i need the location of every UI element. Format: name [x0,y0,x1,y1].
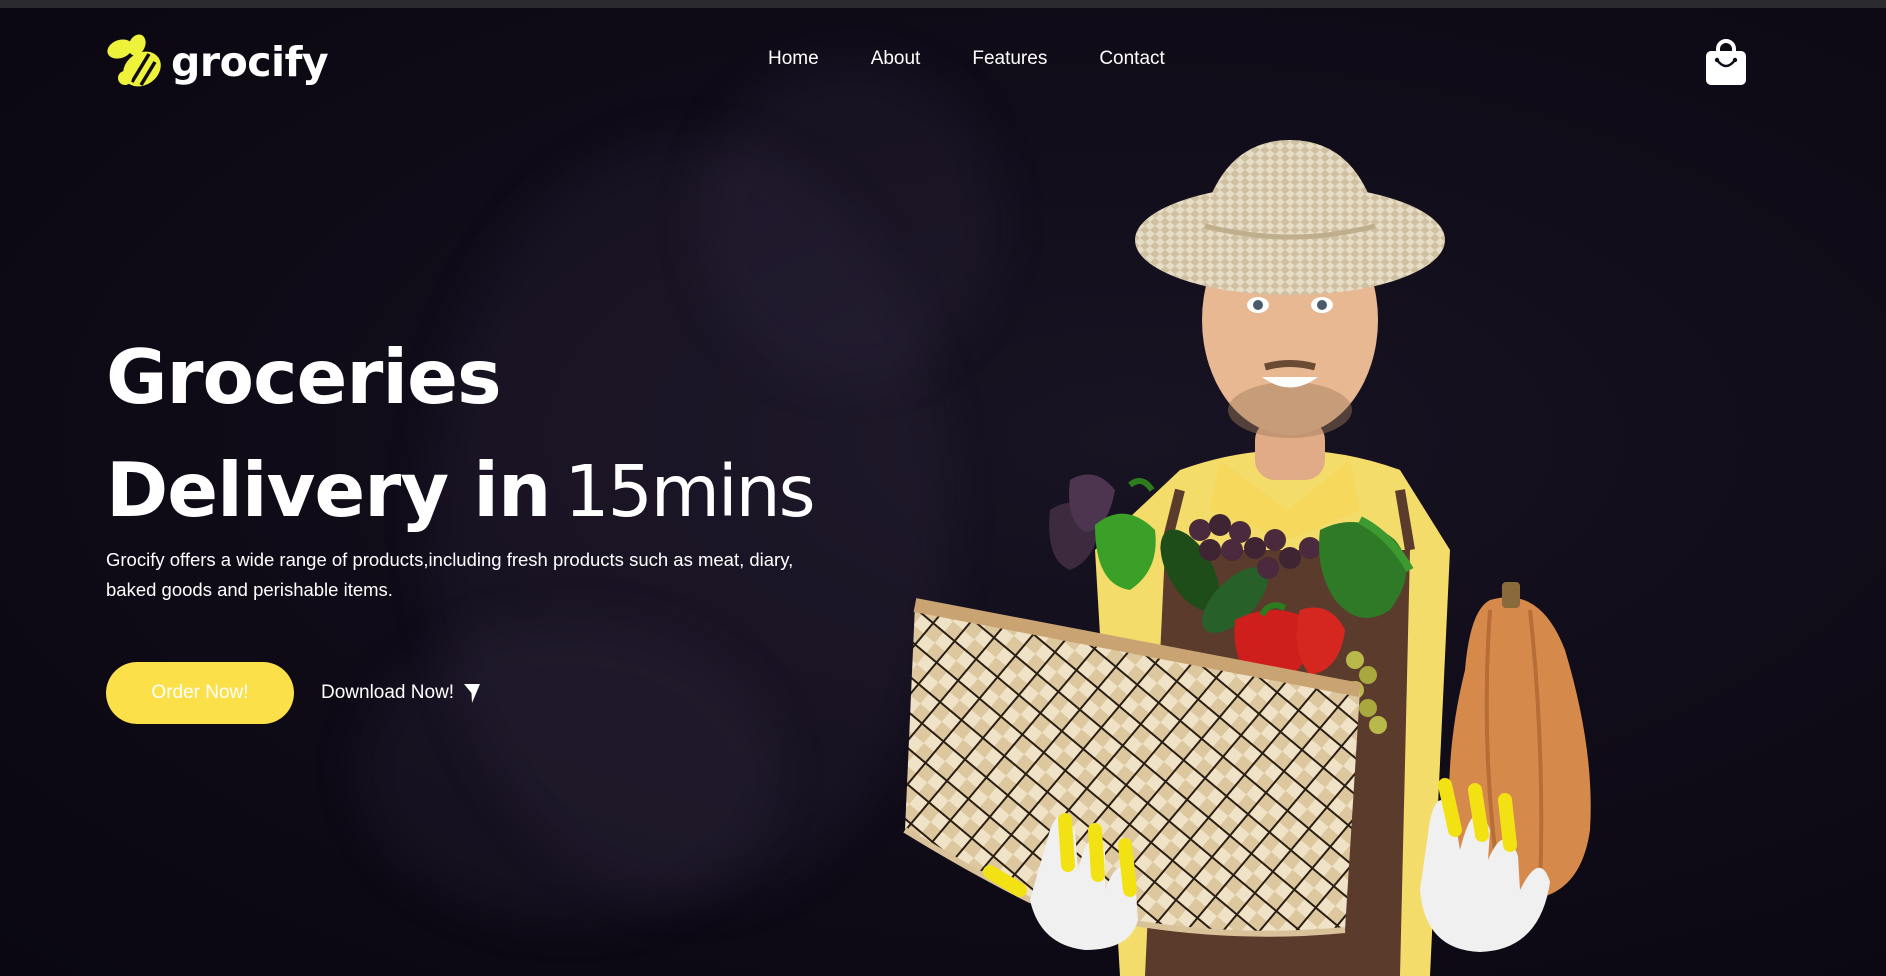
farmer-hero-image [903,140,1591,976]
navbar: grocify Home About Features Contact [0,8,1886,114]
bee-logo-icon [107,34,161,87]
main-nav: Home About Features Contact [740,48,1217,70]
browser-top-edge [0,0,1886,8]
nav-home[interactable]: Home [768,48,819,70]
download-now-label: Download Now! [321,682,455,703]
hero-section: Groceries Delivery in 15mins Grocify offe… [106,340,826,624]
nav-about[interactable]: About [871,48,921,70]
nav-contact[interactable]: Contact [1099,48,1164,70]
hero-title-light: 15mins [564,450,815,533]
hero-title-line2: Delivery in 15mins [106,453,826,528]
cursor-arrow-icon [464,684,481,703]
order-now-button[interactable]: Order Now! [106,662,294,724]
brand-logo[interactable]: grocify [105,32,329,92]
landing-page: grocify Home About Features Contact Groc… [0,0,1886,976]
nav-features[interactable]: Features [972,48,1047,70]
hero-description: Grocify offers a wide range of products,… [106,549,794,600]
shopping-bag-icon[interactable] [1705,38,1747,86]
hero-title-strong: Delivery in [106,446,551,534]
hero-actions: Order Now! Download Now! [106,662,481,724]
download-now-link[interactable]: Download Now! [321,682,481,704]
hero-title-line1: Groceries [106,333,502,421]
brand-name: grocify [171,38,329,86]
